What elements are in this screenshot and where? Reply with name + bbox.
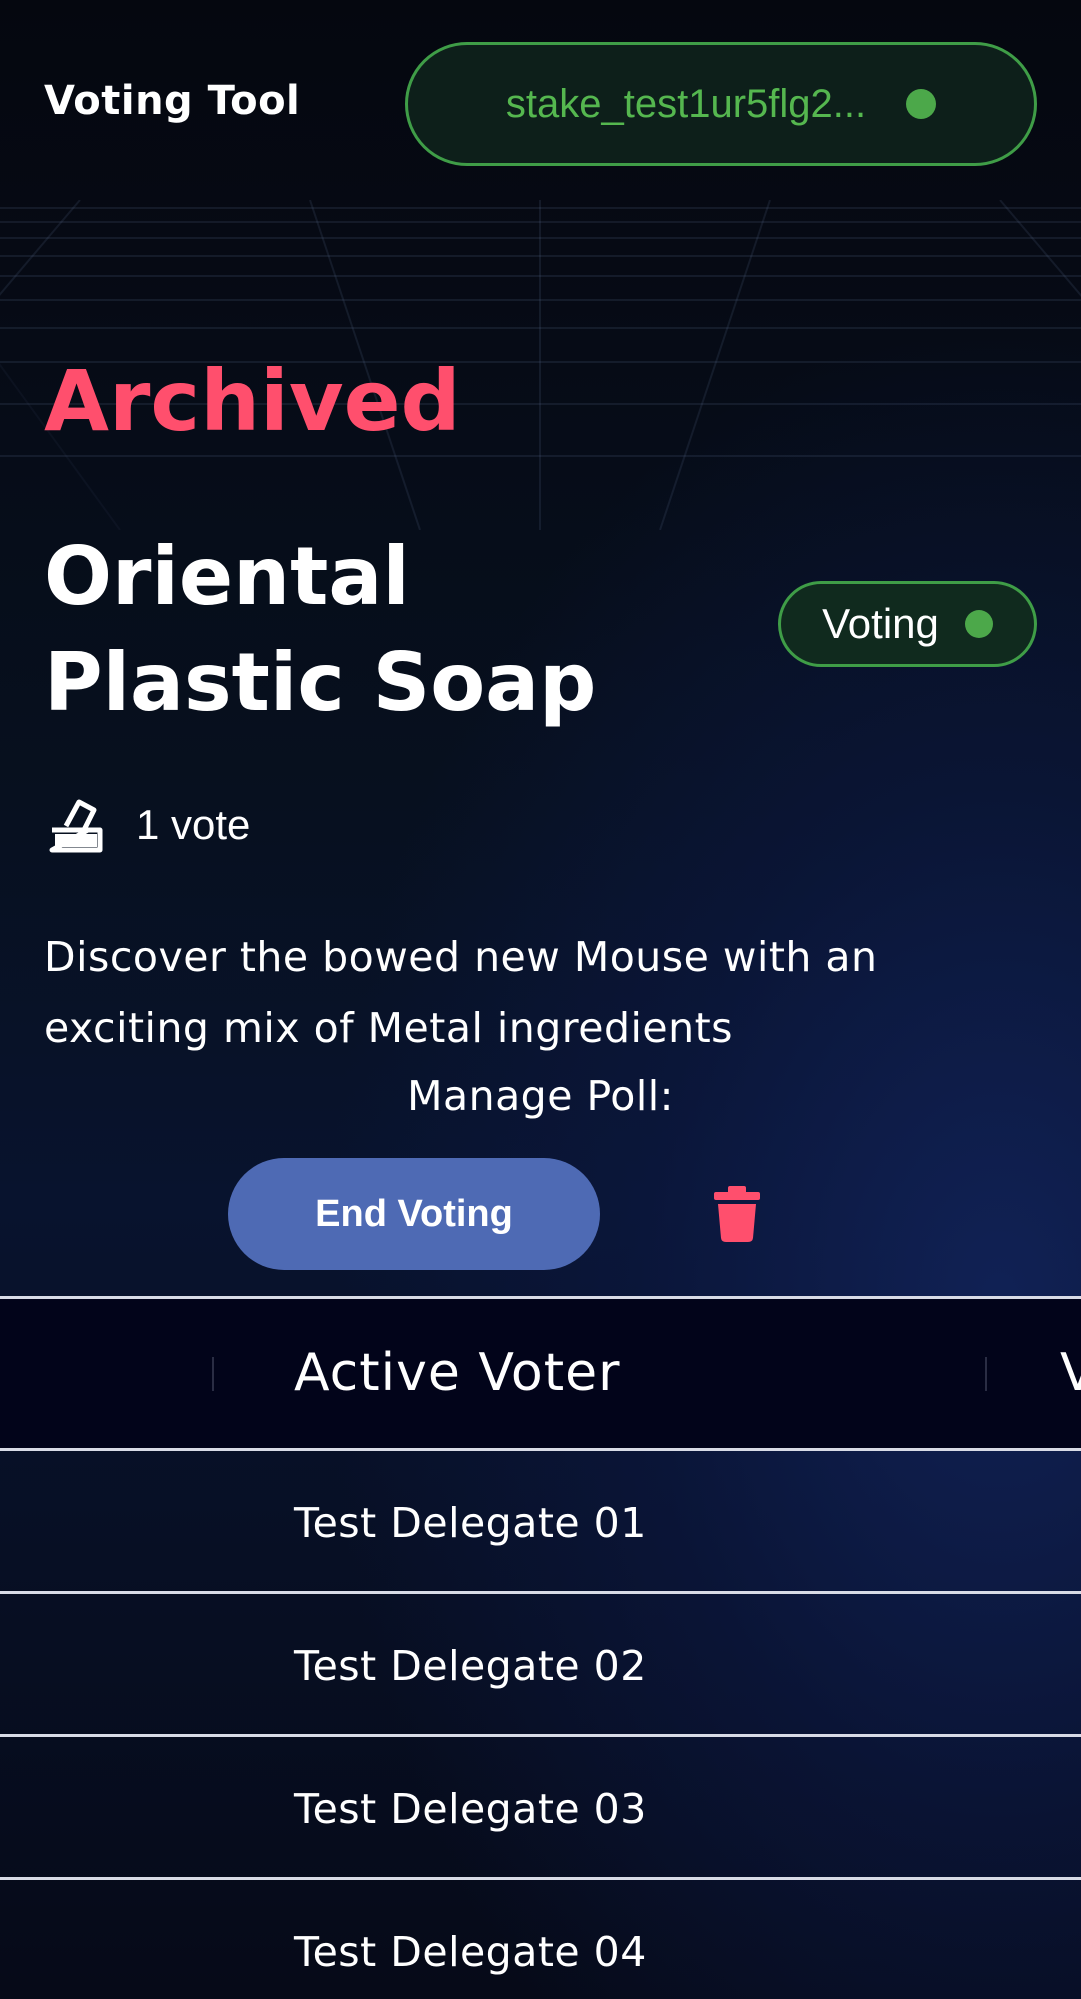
table-header: Active Voter V bbox=[0, 1296, 1081, 1451]
connected-status-dot bbox=[906, 89, 937, 119]
voter-name: Test Delegate 01 bbox=[294, 1499, 647, 1547]
table-row[interactable]: Test Delegate 02 bbox=[0, 1594, 1081, 1737]
column-resize-handle[interactable] bbox=[985, 1357, 987, 1391]
column-header-active-voter[interactable]: Active Voter bbox=[294, 1343, 621, 1403]
table-row[interactable]: Test Delegate 01 bbox=[0, 1451, 1081, 1594]
trash-icon[interactable] bbox=[712, 1186, 762, 1242]
column-header-vote[interactable]: V bbox=[1060, 1343, 1081, 1403]
vote-count-text: 1 vote bbox=[136, 801, 251, 848]
voter-name: Test Delegate 04 bbox=[294, 1928, 647, 1976]
poll-status-dot bbox=[964, 610, 993, 638]
manage-poll-label: Manage Poll: bbox=[407, 1072, 674, 1120]
poll-status-badge: Voting bbox=[778, 581, 1037, 667]
archived-label: Archived bbox=[44, 352, 461, 450]
poll-description: Discover the bowed new Mouse with an exc… bbox=[44, 933, 878, 1052]
app-title: Voting Tool bbox=[44, 78, 301, 124]
table-row[interactable]: Test Delegate 03 bbox=[0, 1737, 1081, 1880]
voter-name: Test Delegate 03 bbox=[294, 1785, 647, 1833]
page: Voting Tool stake_test1ur5flg2... Archiv… bbox=[0, 0, 1081, 1999]
poll-title: Oriental Plastic Soap bbox=[44, 530, 597, 729]
voter-table: Active Voter V Test Delegate 01 Test Del… bbox=[0, 1296, 1081, 1999]
voter-name: Test Delegate 02 bbox=[294, 1642, 647, 1690]
wallet-connect-button[interactable]: stake_test1ur5flg2... bbox=[405, 42, 1037, 166]
vote-count: 1 vote bbox=[48, 796, 250, 854]
table-row[interactable]: Test Delegate 04 bbox=[0, 1880, 1081, 1999]
wallet-address: stake_test1ur5flg2... bbox=[505, 81, 867, 126]
column-resize-handle[interactable] bbox=[212, 1357, 214, 1391]
top-bar: Voting Tool stake_test1ur5flg2... bbox=[0, 0, 1081, 205]
end-voting-button[interactable]: End Voting bbox=[228, 1158, 600, 1270]
poll-status-text: Voting bbox=[822, 600, 939, 647]
ballot-box-icon bbox=[49, 799, 103, 853]
